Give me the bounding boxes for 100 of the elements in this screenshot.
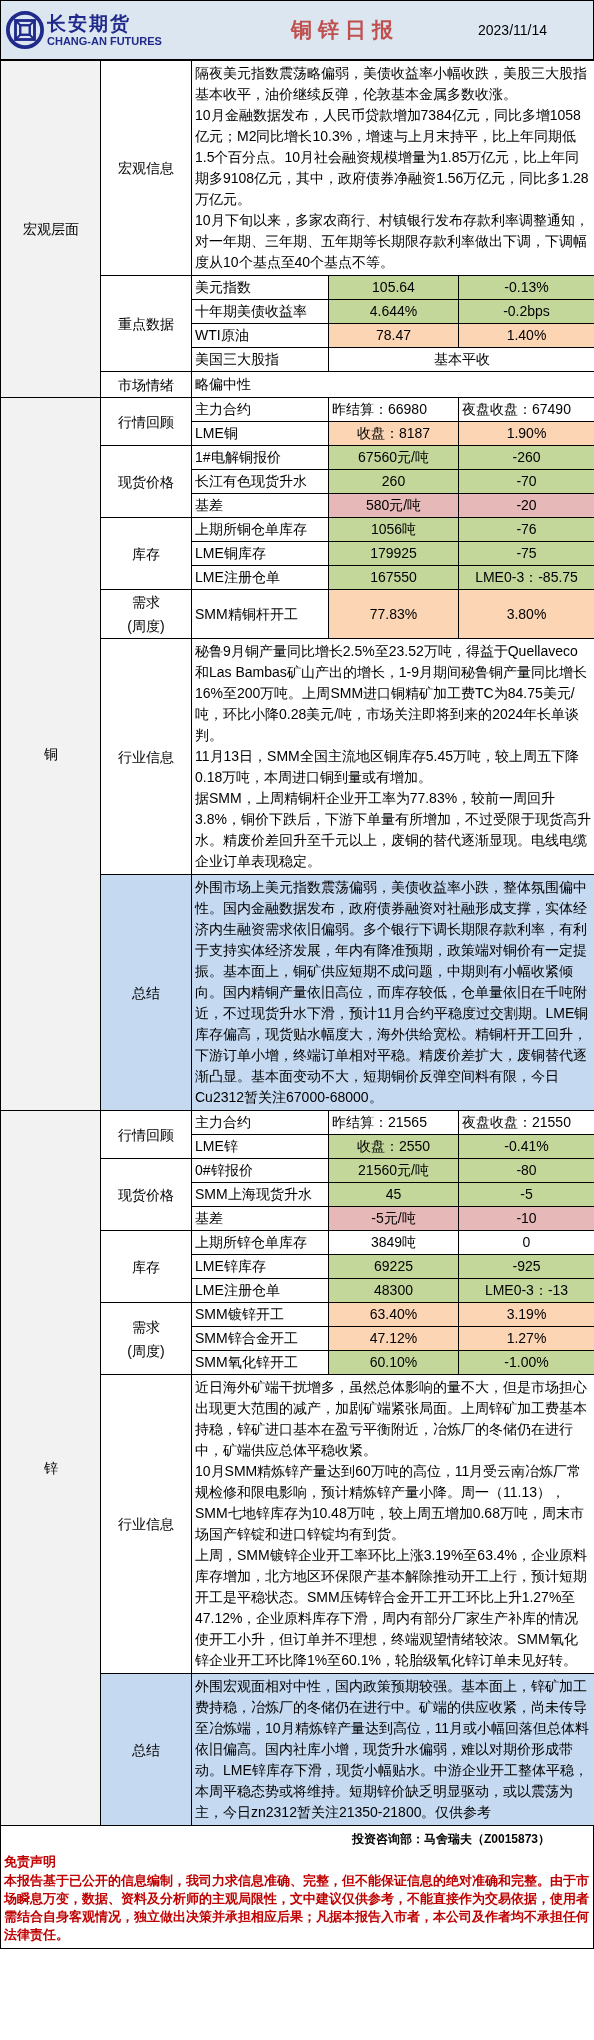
table-cell: 78.47 bbox=[328, 323, 459, 348]
table-cell: 3.19% bbox=[458, 1302, 594, 1327]
category-label: 市场情绪 bbox=[118, 376, 174, 393]
category-label: 总结 bbox=[132, 1741, 160, 1758]
table-cell: -0.13% bbox=[458, 275, 594, 300]
table-cell: 69225 bbox=[328, 1254, 459, 1279]
table-cell: -0.41% bbox=[458, 1134, 594, 1159]
paragraph: 隔夜美元指数震荡略偏弱，美债收益率小幅收跌，美股三大股指基本收平，油价继续反弹，伦敦基本金属多数收涨。 bbox=[195, 64, 588, 104]
table-cell: SMM锌合金开工 bbox=[191, 1326, 329, 1351]
table-cell: LME0-3：-85.75 bbox=[458, 565, 594, 590]
table-cell: 67560元/吨 bbox=[328, 445, 459, 470]
table-cell: 收盘：2550 bbox=[328, 1134, 459, 1159]
section-label: 宏观层面 bbox=[22, 221, 79, 237]
table-cell: 63.40% bbox=[328, 1302, 459, 1327]
paragraph: 10月下旬以来，多家农商行、村镇银行发布存款利率调整通知，对一年期、三年期、五年期等长期限存款利率做出下调，下调幅度从10个基点至40个基点不等。 bbox=[195, 211, 590, 272]
paragraph: 10月金融数据发布，人民币贷款增加7384亿元，同比多增1058亿元；M2同比增长10.3%，增速与上月末持平，比上年同期低1.5个百分点。10月社会融资规模增量为1.85万亿元，比上年同期多9108亿元，其中，政府债券净融资1.56万亿元，同比多1.28万亿元。 bbox=[195, 106, 590, 209]
paragraph: 上周，SMM镀锌企业开工率环比上涨3.19%至63.4%，企业原料库存增加，北方地区环保限产基本解除推动开工上行，预计短期开工是平稳状态。SMM压铸锌合金开工开工环比上升1.27%至47.12%，企业原料库存下滑，周内有部分厂家生产补库的情况使开工小升，但订单并不理想，终端观望情绪较浓。SMM氧化锌企业开工环比降1%至60.1%，轮胎级氧化锌订单未见好转。 bbox=[195, 1546, 589, 1670]
table-cell: 48300 bbox=[328, 1278, 459, 1303]
table-cell: 47.12% bbox=[328, 1326, 459, 1351]
section-label: 锌 bbox=[43, 1460, 58, 1476]
table-cell: -1.00% bbox=[458, 1350, 594, 1375]
table-cell: -20 bbox=[458, 493, 594, 518]
paragraph: 10月SMM精炼锌产量达到60万吨的高位，11月受云南冶炼厂常规检修和限电影响，预计精炼锌产量小降。周一（11.13），SMM七地锌库存为10.48万吨，较上周五增加0.68万吨，周末市场国产锌锭和进口锌锭均有到货。 bbox=[195, 1462, 585, 1544]
table-cell: -5元/吨 bbox=[328, 1206, 459, 1231]
table-cell: 105.64 bbox=[328, 275, 459, 300]
table-cell: 长江有色现货升水 bbox=[191, 469, 329, 494]
table-cell: 3849吨 bbox=[328, 1230, 459, 1255]
table-cell: -76 bbox=[458, 517, 594, 542]
paragraph: 略偏中性 bbox=[195, 375, 252, 394]
table-cell: WTI原油 bbox=[191, 323, 329, 348]
category-label: 现货价格 bbox=[118, 1186, 174, 1203]
table-cell: LME注册仓单 bbox=[191, 565, 329, 590]
paragraph: 外围市场上美元指数震荡偏弱，美债收益率小跌，整体氛围偏中性。国内金融数据发布，政府债券融资对社融形成支撑，实体经济内生融资需求依旧偏弱。多个银行下调长期限存款利率，有利于支持实体经济发展，年内有降准预期，政策端对铜价有一定提振。基本面上，铜矿供应短期不成问题，中期则有小幅收紧倾向。国内精铜产量依旧高位，而库存较低，仓单量依旧在千吨附近，不过现货升水下滑，预计11月合约平稳度过交割期。LME铜库存偏高，现货贴水幅度大，海外供给宽松。精铜杆开工回升，下游订单小增，终端订单相对平稳。精废价差扩大，废铜替代逐渐凸显。基本面变动不大，短期铜价反弹空间料有限，今日Cu2312暂关注67000-68000。 bbox=[195, 878, 590, 1107]
table-cell: 昨结算：21565 bbox=[328, 1110, 459, 1135]
table-cell: SMM上海现货升水 bbox=[191, 1182, 329, 1207]
table-cell: 0#锌报价 bbox=[191, 1158, 329, 1183]
table-cell: 60.10% bbox=[328, 1350, 459, 1375]
report-date: 2023/11/14 bbox=[478, 20, 549, 40]
category-label: 行业信息 bbox=[118, 1516, 174, 1532]
table-cell: 4.644% bbox=[328, 299, 459, 324]
section-label: 铜 bbox=[43, 746, 58, 762]
table-cell: -5 bbox=[458, 1182, 594, 1207]
paragraph: 据SMM，上周精铜杆企业开工率为77.83%，较前一周回升3.8%，铜价下跌后，下游下单量有所增加，不过受限于现货高升水。精废价差回升至千元以上，废铜的替代逐渐显现。电线电缆企业订单表现稳定。 bbox=[195, 789, 592, 871]
paragraph: 近日海外矿端干扰增多，虽然总体影响的量不大，但是市场担心出现更大范围的减产，加剧矿端紧张局面。上周锌矿加工费基本持稳，锌矿进口基本在盈亏平衡附近，冶炼厂的冬储仍在进行中，矿端供应总体平稳收紧。 bbox=[195, 1378, 588, 1460]
table-cell: 基差 bbox=[191, 493, 329, 518]
table-cell: 上期所锌仓单库存 bbox=[191, 1230, 329, 1255]
report-title: 铜 锌 日 报 bbox=[291, 17, 393, 44]
table-cell: LME锌 bbox=[191, 1134, 329, 1159]
table-cell: 美国三大股指 bbox=[191, 347, 329, 372]
paragraph: 外围宏观面相对中性，国内政策预期较强。基本面上，锌矿加工费持稳，冶炼厂的冬储仍在进行中。矿端的供应收紧，尚未传导至冶炼端，10月精炼锌产量达到高位，11月或小幅回落但总体料依旧偏高。国内社库小增，现货升水偏弱，难以对期价形成带动。LME锌库存下滑，现货小幅贴水。中游企业开工整体平稳，本周平稳态势或将维持。短期锌价缺乏明显驱动，或以震荡为主，今日zn2312暂关注21350-21800。仅供参考 bbox=[195, 1677, 591, 1822]
category-label: 行情回顾 bbox=[118, 413, 174, 430]
table-cell: -0.2bps bbox=[458, 299, 594, 324]
company-name-english: CHANG-AN FUTURES bbox=[47, 35, 162, 47]
table-cell: LME铜 bbox=[191, 421, 329, 446]
table-cell: 美元指数 bbox=[191, 275, 329, 300]
table-cell: LME锌库存 bbox=[191, 1254, 329, 1279]
table-cell: 上期所铜仓单库存 bbox=[191, 517, 329, 542]
table-cell: 167550 bbox=[328, 565, 459, 590]
table-cell: -925 bbox=[458, 1254, 594, 1279]
table-cell: 1056吨 bbox=[328, 517, 459, 542]
table-cell: 1#电解铜报价 bbox=[191, 445, 329, 470]
table-cell: SMM氧化锌开工 bbox=[191, 1350, 329, 1375]
disclaimer-title: 免责声明 bbox=[4, 1853, 57, 1871]
category-label: 需求 (周度) bbox=[127, 1318, 165, 1359]
paragraph: 秘鲁9月铜产量同比增长2.5%至23.52万吨，得益于Quellaveco和Las Bambas矿山产出的增长，1-9月期间秘鲁铜产量同比增长16%至200万吨。上周SMM进口铜精矿加工费TC为84.75美元/吨，环比小降0.28美元/吨，市场关注即将到来的2024年长单谈判。 bbox=[195, 642, 589, 745]
table-cell: 主力合约 bbox=[191, 1110, 329, 1135]
table-cell: 260 bbox=[328, 469, 459, 494]
paragraph: 11月13日，SMM全国主流地区铜库存5.45万吨，较上周五下降0.18万吨，本周进口铜到量或有增加。 bbox=[195, 747, 580, 787]
category-label: 总结 bbox=[132, 984, 160, 1001]
table-cell: 昨结算：66980 bbox=[328, 397, 459, 422]
table-cell: -75 bbox=[458, 541, 594, 566]
table-cell: 179925 bbox=[328, 541, 459, 566]
table-cell: 1.40% bbox=[458, 323, 594, 348]
category-label: 需求 (周度) bbox=[127, 594, 165, 634]
category-label: 库存 bbox=[132, 1258, 160, 1275]
table-cell: SMM镀锌开工 bbox=[191, 1302, 329, 1327]
table-cell: LME0-3：-13 bbox=[458, 1278, 594, 1303]
disclaimer-text: 本报告基于已公开的信息编制，我司力求信息准确、完整，但不能保证信息的绝对准确和完整。由于市场瞬息万变，数据、资料及分析师的主观局限性，文中建议仅供参考，不能直接作为交易依据，使用者需结合自身客观情况，独立做出决策并承担相应后果；凡据本报告入市者，本公司及作者均不承担任何法律责任。 bbox=[4, 1871, 590, 1944]
table-cell: 收盘：8187 bbox=[328, 421, 459, 446]
category-label: 行业信息 bbox=[118, 748, 174, 765]
table-cell: 45 bbox=[328, 1182, 459, 1207]
analyst-credit: 投资咨询部：马舍瑞夫（Z0015873） bbox=[351, 1831, 550, 1848]
table-cell: 3.80% bbox=[458, 589, 594, 639]
table-cell: 77.83% bbox=[328, 589, 459, 639]
table-cell: 1.90% bbox=[458, 421, 594, 446]
category-label: 行情回顾 bbox=[118, 1126, 174, 1143]
table-cell: 基差 bbox=[191, 1206, 329, 1231]
table-cell: LME铜库存 bbox=[191, 541, 329, 566]
company-name: 长安期货 bbox=[47, 13, 132, 33]
table-cell: LME注册仓单 bbox=[191, 1278, 329, 1303]
table-cell: -10 bbox=[458, 1206, 594, 1231]
table-cell: -70 bbox=[458, 469, 594, 494]
table-cell: 主力合约 bbox=[191, 397, 329, 422]
category-label: 现货价格 bbox=[118, 473, 174, 490]
table-cell: 580元/吨 bbox=[328, 493, 459, 518]
table-cell: SMM精铜杆开工 bbox=[191, 589, 329, 639]
table-cell: -260 bbox=[458, 445, 594, 470]
table-cell: -80 bbox=[458, 1158, 594, 1183]
company-logo-icon bbox=[6, 11, 44, 49]
category-label: 宏观信息 bbox=[118, 160, 174, 176]
